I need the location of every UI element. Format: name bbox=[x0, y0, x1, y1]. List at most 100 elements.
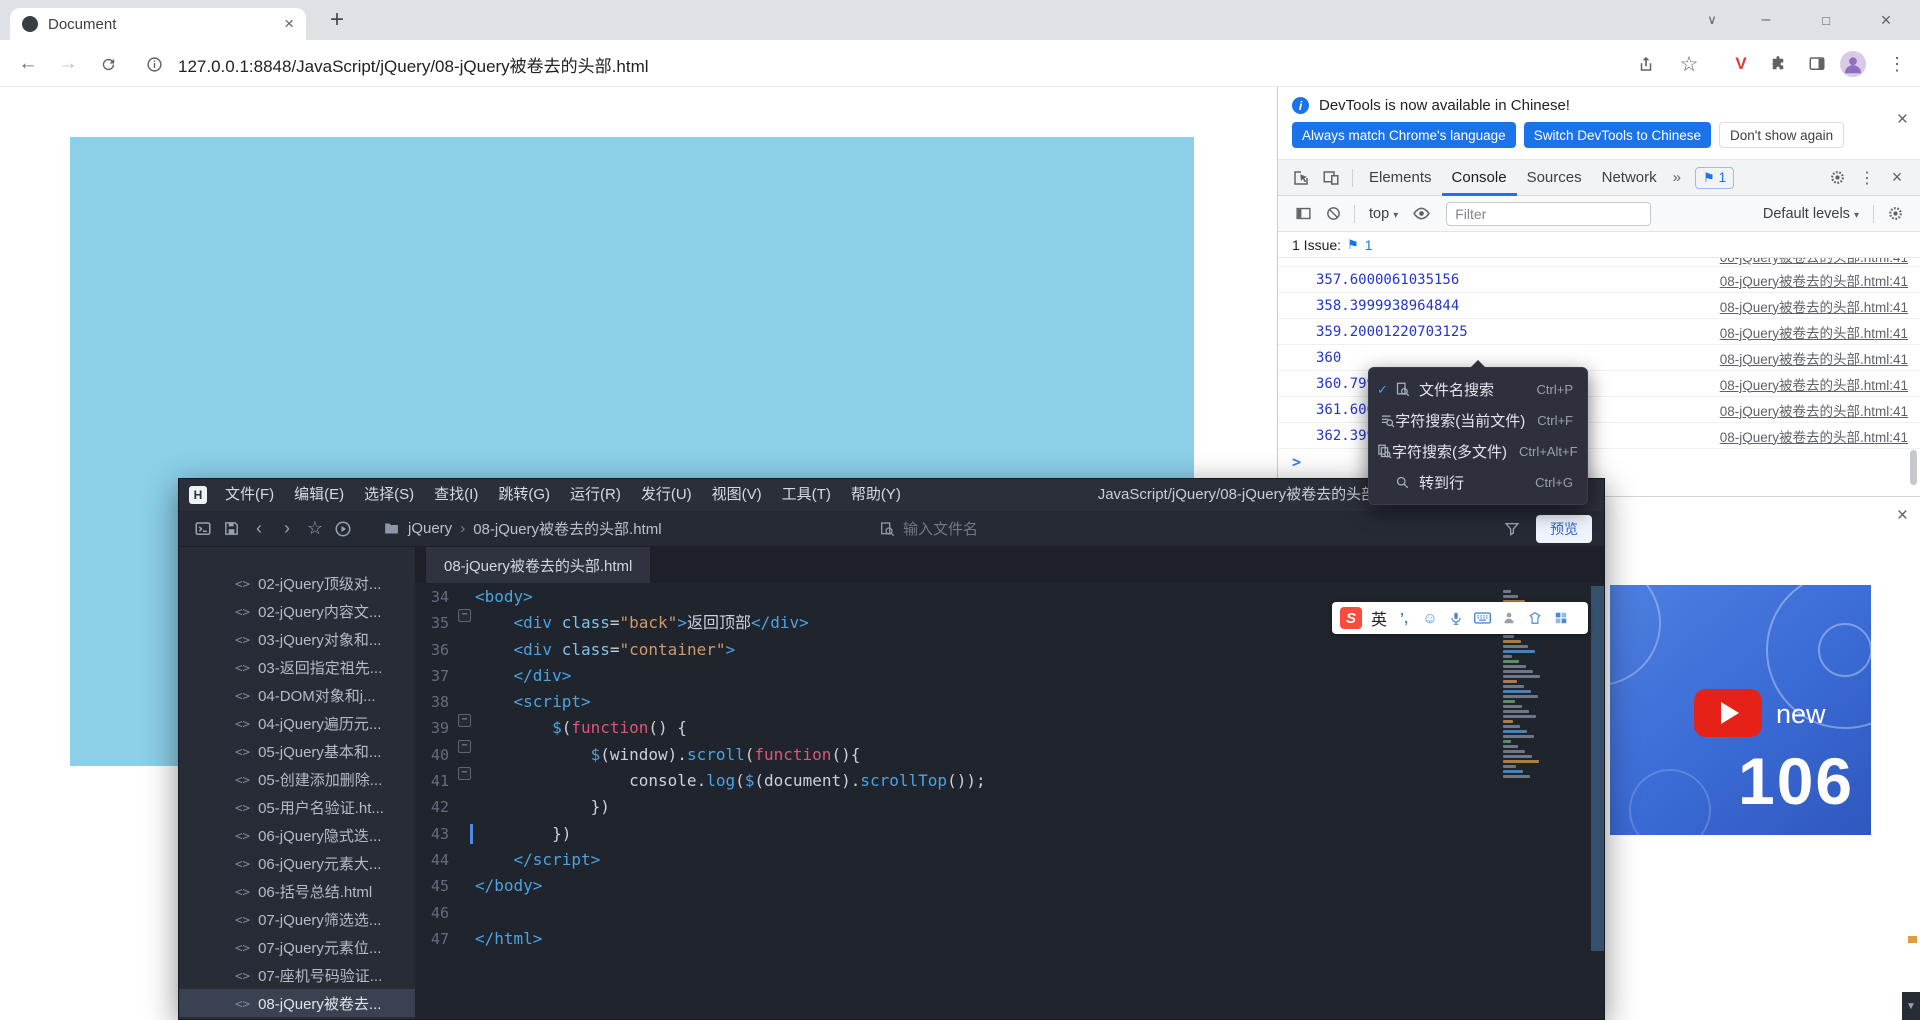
code-line[interactable]: 44 </script> bbox=[415, 847, 1604, 873]
menubar-item[interactable]: 文件(F) bbox=[215, 479, 284, 511]
console-source-link[interactable]: 08-jQuery被卷去的头部.html:41 bbox=[1720, 374, 1908, 394]
devtools-tab-sources[interactable]: Sources bbox=[1517, 160, 1592, 196]
live-expression-eye-icon[interactable] bbox=[1406, 200, 1436, 228]
devtools-tab-console[interactable]: Console bbox=[1442, 160, 1517, 196]
code-line[interactable]: 42 }) bbox=[415, 794, 1604, 820]
video-play-button[interactable] bbox=[1694, 689, 1762, 737]
site-info-icon[interactable] bbox=[142, 52, 166, 76]
match-language-button[interactable]: Always match Chrome's language bbox=[1292, 122, 1516, 148]
side-panel-icon[interactable] bbox=[1804, 51, 1830, 77]
reload-icon[interactable] bbox=[96, 52, 120, 76]
code-line[interactable]: 39 $(function() { bbox=[415, 715, 1604, 741]
console-sidebar-icon[interactable] bbox=[1288, 200, 1318, 228]
menubar-item[interactable]: 工具(T) bbox=[772, 479, 841, 511]
tree-item[interactable]: <>05-用户名验证.ht... bbox=[179, 793, 415, 821]
extension-v-icon[interactable]: V bbox=[1728, 51, 1754, 77]
breadcrumb-file[interactable]: 08-jQuery被卷去的头部.html bbox=[473, 518, 661, 539]
terminal-icon[interactable] bbox=[189, 515, 217, 543]
tree-item[interactable]: <>03-jQuery对象和... bbox=[179, 625, 415, 653]
code-line[interactable]: 43 }) bbox=[415, 821, 1604, 847]
browser-menu-kebab-icon[interactable]: ⋮ bbox=[1884, 51, 1910, 77]
editor-tab-active[interactable]: 08-jQuery被卷去的头部.html bbox=[426, 547, 650, 583]
tree-item[interactable]: <>05-jQuery基本和... bbox=[179, 737, 415, 765]
nav-back-icon[interactable]: ‹ bbox=[245, 515, 273, 543]
forward-icon[interactable]: → bbox=[56, 52, 80, 76]
tree-item[interactable]: <>03-返回指定祖先... bbox=[179, 653, 415, 681]
scroll-down-button[interactable]: ▼ bbox=[1902, 992, 1920, 1020]
console-source-link[interactable]: 08-jQuery被卷去的头部.html:41 bbox=[1720, 322, 1908, 342]
video-popup[interactable]: new 106 bbox=[1610, 585, 1871, 835]
tree-item[interactable]: <>07-jQuery筛选选... bbox=[179, 905, 415, 933]
menubar-item[interactable]: 查找(I) bbox=[424, 479, 488, 511]
emoji-icon[interactable]: ☺ bbox=[1422, 610, 1438, 627]
code-line[interactable]: 41 console.log($(document).scrollTop()); bbox=[415, 768, 1604, 794]
keyboard-icon[interactable] bbox=[1474, 611, 1491, 625]
new-tab-button[interactable]: + bbox=[322, 6, 352, 34]
tree-item[interactable]: <>06-jQuery元素大... bbox=[179, 849, 415, 877]
issues-counter-button[interactable]: ⚑ 1 bbox=[1695, 167, 1734, 189]
tree-item[interactable]: <>02-jQuery顶级对... bbox=[179, 569, 415, 597]
code-line[interactable]: 36 <div class="container"> bbox=[415, 637, 1604, 663]
tree-item[interactable]: <>04-jQuery遍历元... bbox=[179, 709, 415, 737]
code-line[interactable]: 45</body> bbox=[415, 873, 1604, 899]
punctuation-icon[interactable]: ’, bbox=[1396, 610, 1412, 627]
toolbox-icon[interactable] bbox=[1553, 611, 1569, 625]
dont-show-again-button[interactable]: Don't show again bbox=[1719, 122, 1844, 148]
window-minimize-button[interactable]: – bbox=[1742, 0, 1790, 40]
bookmark-star-icon[interactable]: ☆ bbox=[1676, 51, 1702, 77]
menubar-item[interactable]: 运行(R) bbox=[560, 479, 631, 511]
code-line[interactable]: 38 <script> bbox=[415, 689, 1604, 715]
sogou-logo-icon[interactable]: S bbox=[1340, 607, 1362, 629]
devtools-tab-network[interactable]: Network bbox=[1592, 160, 1667, 196]
tree-item[interactable]: <>07-jQuery元素位... bbox=[179, 933, 415, 961]
handwriting-icon[interactable] bbox=[1501, 611, 1517, 625]
code-line[interactable]: 37 </div> bbox=[415, 663, 1604, 689]
context-menu-item[interactable]: ✓文件名搜索Ctrl+P bbox=[1369, 374, 1587, 405]
save-icon[interactable] bbox=[217, 515, 245, 543]
issues-bar[interactable]: 1 Issue: ⚑ 1 bbox=[1278, 232, 1920, 258]
inspect-element-icon[interactable] bbox=[1286, 164, 1316, 192]
menubar-item[interactable]: 编辑(E) bbox=[284, 479, 354, 511]
menubar-item[interactable]: 选择(S) bbox=[354, 479, 424, 511]
drawer-close-icon[interactable]: × bbox=[1897, 505, 1908, 527]
switch-chinese-button[interactable]: Switch DevTools to Chinese bbox=[1524, 122, 1711, 148]
console-source-link[interactable]: 08-jQuery被卷去的头部.html:41 bbox=[1720, 426, 1908, 446]
tree-item[interactable]: <>06-jQuery隐式迭... bbox=[179, 821, 415, 849]
window-maximize-button[interactable]: □ bbox=[1802, 0, 1850, 40]
code-line[interactable]: 40 $(window).scroll(function(){ bbox=[415, 742, 1604, 768]
skin-icon[interactable] bbox=[1527, 611, 1543, 625]
file-search-input[interactable] bbox=[903, 521, 1233, 538]
menubar-item[interactable]: 发行(U) bbox=[631, 479, 702, 511]
tree-item[interactable]: <>06-括号总结.html bbox=[179, 877, 415, 905]
tree-item[interactable]: <>04-DOM对象和j... bbox=[179, 681, 415, 709]
menubar-item[interactable]: 跳转(G) bbox=[488, 479, 560, 511]
preview-button[interactable]: 预览 bbox=[1536, 515, 1592, 543]
extensions-puzzle-icon[interactable] bbox=[1765, 51, 1791, 77]
back-icon[interactable]: ← bbox=[16, 52, 40, 76]
nav-forward-icon[interactable]: › bbox=[273, 515, 301, 543]
devtools-close-icon[interactable]: × bbox=[1882, 164, 1912, 192]
code-line[interactable]: 46 bbox=[415, 900, 1604, 926]
ime-language-mode[interactable]: 英 bbox=[1371, 606, 1387, 630]
notice-close-icon[interactable]: × bbox=[1897, 109, 1908, 131]
clear-console-icon[interactable] bbox=[1318, 200, 1348, 228]
filter-funnel-icon[interactable] bbox=[1504, 521, 1520, 537]
devtools-tab-elements[interactable]: Elements bbox=[1359, 160, 1442, 196]
mic-icon[interactable] bbox=[1448, 611, 1464, 626]
console-source-link[interactable]: 08-jQuery被卷去的头部.html:41 bbox=[1720, 296, 1908, 316]
tree-item[interactable]: <>02-jQuery内容文... bbox=[179, 597, 415, 625]
address-bar[interactable]: 127.0.0.1:8848/JavaScript/jQuery/08-jQue… bbox=[178, 52, 649, 77]
console-scrollbar-thumb[interactable] bbox=[1910, 450, 1917, 485]
devtools-settings-gear-icon[interactable] bbox=[1822, 164, 1852, 192]
breadcrumb-folder[interactable]: jQuery bbox=[408, 520, 452, 537]
devtools-kebab-icon[interactable]: ⋮ bbox=[1852, 164, 1882, 192]
tab-close-icon[interactable]: × bbox=[284, 14, 294, 34]
ime-toolbar[interactable]: S 英 ’, ☺ bbox=[1332, 602, 1588, 634]
console-settings-gear-icon[interactable] bbox=[1880, 200, 1910, 228]
favorite-star-icon[interactable]: ☆ bbox=[301, 515, 329, 543]
console-source-link[interactable]: 08-jQuery被卷去的头部.html:41 bbox=[1720, 400, 1908, 420]
window-close-button[interactable]: × bbox=[1862, 0, 1910, 40]
console-source-link[interactable]: 08-jQuery被卷去的头部.html:41 bbox=[1720, 258, 1908, 266]
tree-item[interactable]: <>05-创建添加删除... bbox=[179, 765, 415, 793]
menubar-item[interactable]: 帮助(Y) bbox=[841, 479, 911, 511]
